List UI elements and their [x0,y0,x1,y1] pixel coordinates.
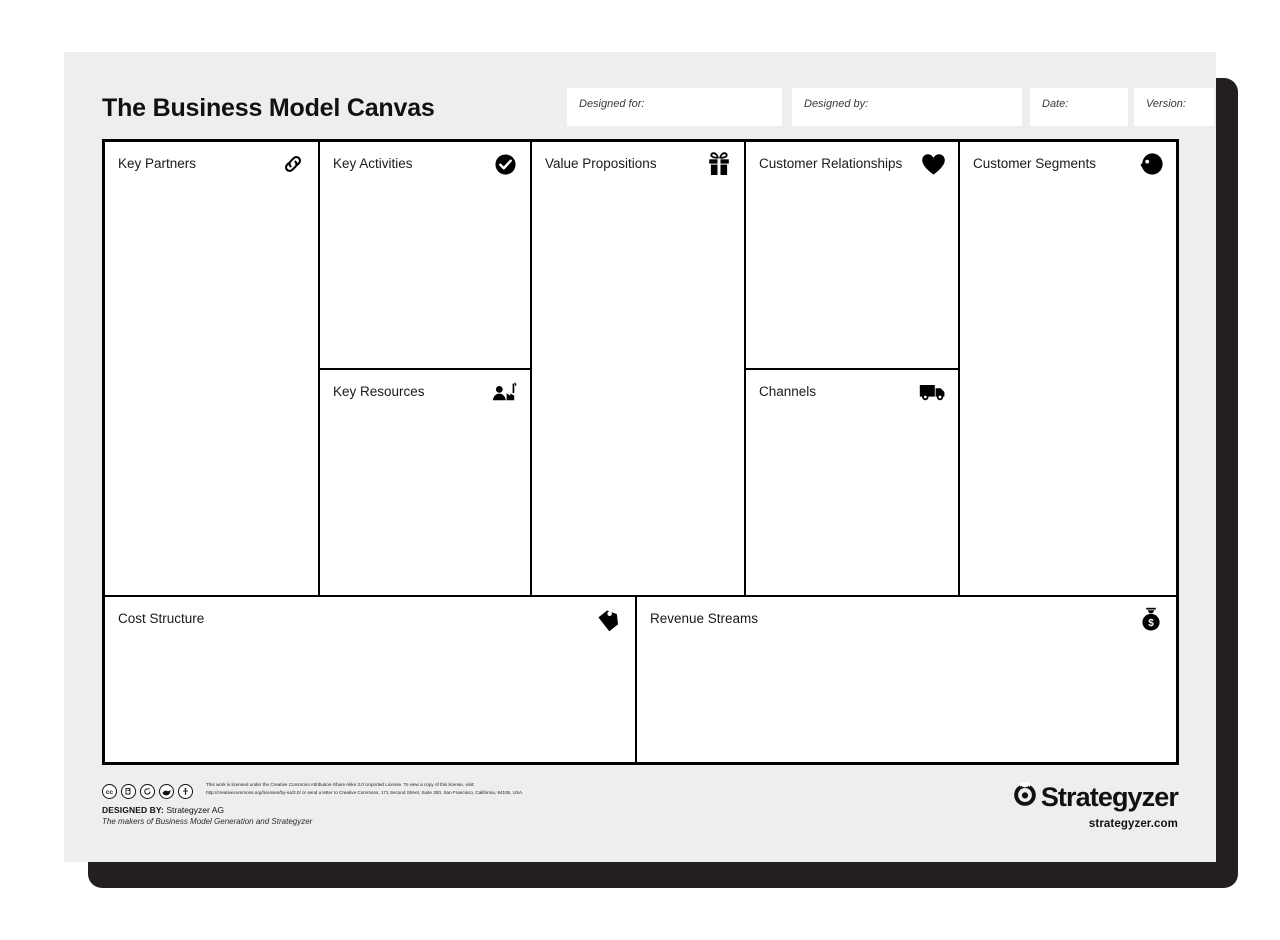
license-text: This work is licensed under the Creative… [206,781,796,796]
version-label: Version: [1146,98,1186,110]
version-field[interactable]: Version: [1134,88,1214,126]
date-label: Date: [1042,98,1069,110]
svg-text:cc: cc [106,789,114,796]
svg-text:$: $ [1148,618,1154,629]
cc-sa-icon [140,784,155,799]
block-customer-relationships[interactable]: Customer Relationships [746,142,958,368]
grid-rule-horizontal [746,368,958,370]
block-key-resources[interactable]: Key Resources [320,370,530,595]
canvas-header: The Business Model Canvas Designed for: … [102,88,1214,144]
designed-by-value: Strategyzer AG [166,805,224,815]
delivery-truck-icon [919,378,947,406]
designed-by-credit: DESIGNED BY: Strategyzer AG [102,805,224,815]
grid-rule-vertical [635,597,637,762]
block-header: Key Partners [105,142,318,188]
makers-credit: The makers of Business Model Generation … [102,817,313,826]
grid-rule-horizontal [105,595,1176,597]
business-model-canvas-sheet: The Business Model Canvas Designed for: … [64,52,1216,862]
designed-for-label: Designed for: [579,98,645,110]
brand-name: Strategyzer [1040,782,1179,812]
block-header: Key Resources [320,370,530,416]
license-line-2: http://creativecommons.org/licenses/by-s… [206,789,524,795]
block-header: Channels [746,370,958,416]
block-header: Customer Relationships [746,142,958,188]
brand-url[interactable]: strategyzer.com [1012,818,1178,830]
cc-remix-icon [159,784,174,799]
block-title: Cost Structure [118,611,205,626]
date-field[interactable]: Date: [1030,88,1128,126]
chain-link-icon [279,150,307,178]
grid-rule-vertical [530,142,532,595]
cc-by-icon [121,784,136,799]
block-title: Customer Relationships [759,156,903,171]
block-header: Key Activities [320,142,530,188]
canvas-grid: Key Partners Key Activities Key Resource… [102,139,1179,765]
block-title: Key Activities [333,156,413,171]
page-title: The Business Model Canvas [102,94,435,122]
factory-worker-icon [491,378,519,406]
screenshot-stage: The Business Model Canvas Designed for: … [0,0,1280,940]
block-header: Cost Structure [105,597,635,643]
block-header: Revenue Streams $ [637,597,1176,643]
price-tag-icon [596,605,624,633]
block-key-activities[interactable]: Key Activities [320,142,530,368]
block-revenue-streams[interactable]: Revenue Streams $ [637,597,1176,762]
block-title: Value Propositions [545,156,657,171]
gift-icon [705,150,733,178]
block-title: Customer Segments [973,156,1097,171]
license-line-1: This work is licensed under the Creative… [206,782,475,787]
strategyzer-owl-icon [1012,782,1038,813]
block-title: Channels [759,384,817,399]
block-header: Customer Segments [960,142,1176,188]
designed-by-field[interactable]: Designed by: [792,88,1022,126]
canvas-footer: cc This work is licensed under the Creat… [102,779,1179,839]
grid-rule-vertical [958,142,960,595]
money-bag-icon: $ [1137,605,1165,633]
grid-rule-horizontal [320,368,530,370]
block-title: Revenue Streams [650,611,759,626]
block-cost-structure[interactable]: Cost Structure [105,597,635,762]
block-channels[interactable]: Channels [746,370,958,595]
block-customer-segments[interactable]: Customer Segments [960,142,1176,595]
cc-person-icon [178,784,193,799]
block-key-partners[interactable]: Key Partners [105,142,318,595]
strategyzer-brand[interactable]: Strategyzer strategyzer.com [1012,782,1179,830]
block-title: Key Resources [333,384,425,399]
designed-by-label: Designed by: [804,98,869,110]
check-circle-icon [491,150,519,178]
heart-icon [919,150,947,178]
designed-for-field[interactable]: Designed for: [567,88,782,126]
block-value-propositions[interactable]: Value Propositions [532,142,744,595]
block-title: Key Partners [118,156,197,171]
block-header: Value Propositions [532,142,744,188]
creative-commons-badges: cc [102,784,193,799]
person-head-icon [1137,150,1165,178]
cc-icon: cc [102,784,117,799]
designed-by-prefix: DESIGNED BY: [102,805,164,815]
